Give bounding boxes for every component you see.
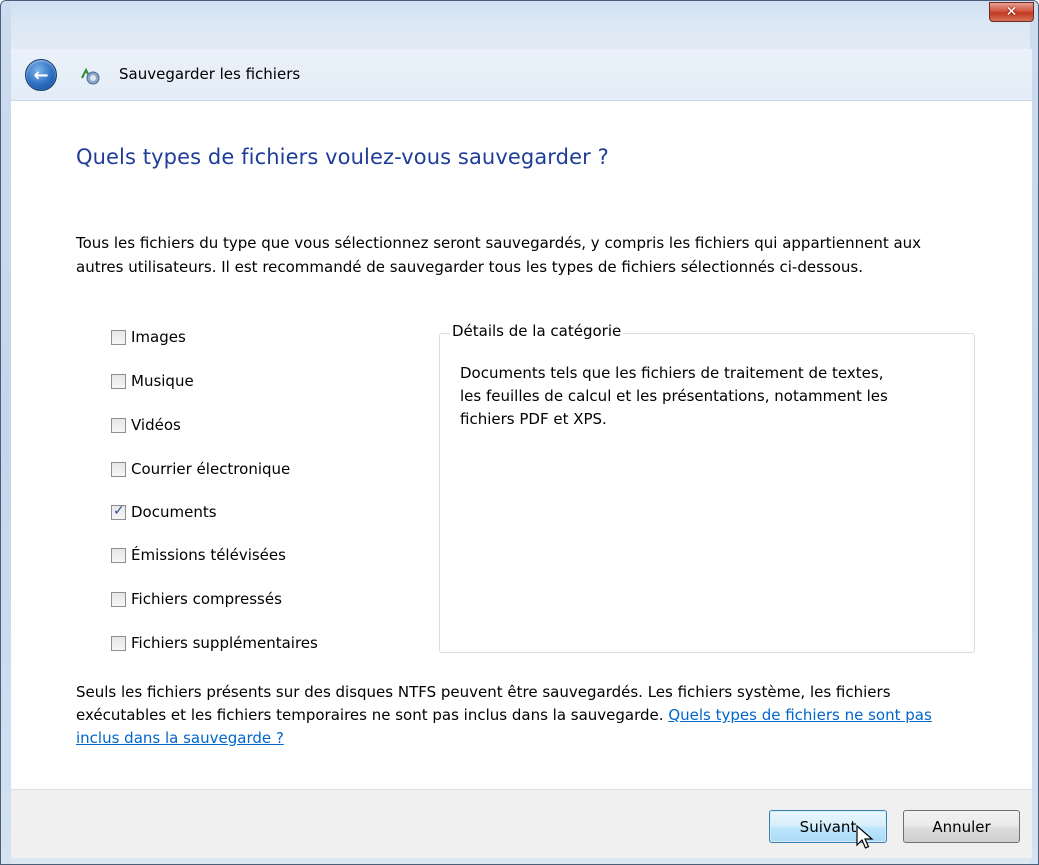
backup-icon — [81, 67, 100, 85]
category-checkbox-label: Vidéos — [131, 416, 181, 434]
category-checkbox[interactable] — [111, 635, 126, 651]
wizard-header: ← Sauvegarder les fichiers — [11, 49, 1032, 101]
window-title: Sauvegarder les fichiers — [119, 65, 301, 83]
back-button[interactable]: ← — [25, 59, 57, 91]
category-checkbox-label: Musique — [131, 372, 194, 390]
category-checkbox-label: Fichiers supplémentaires — [131, 634, 318, 652]
category-checkbox-row[interactable]: Documents — [111, 501, 217, 523]
category-checkbox-row[interactable]: Musique — [111, 370, 194, 392]
mouse-pointer-icon — [856, 825, 874, 849]
category-checkbox-row[interactable]: Courrier électronique — [111, 458, 290, 480]
window-frame-left — [1, 1, 11, 864]
ntfs-note: Seuls les fichiers présents sur des disq… — [76, 681, 976, 750]
category-checkbox-row[interactable]: Images — [111, 326, 186, 348]
category-checkbox-label: Courrier électronique — [131, 460, 291, 478]
dialog-window: ✕ ← Sauvegarder les fichiers Quels types… — [0, 0, 1039, 865]
content-area: Quels types de fichiers voulez-vous sauv… — [11, 101, 1032, 789]
category-checkbox-label: Images — [131, 328, 186, 346]
category-checkbox[interactable] — [111, 503, 126, 520]
category-checkbox[interactable] — [111, 373, 126, 389]
category-checkbox[interactable] — [111, 329, 126, 345]
category-checkbox-label: Fichiers compressés — [131, 590, 282, 608]
category-details-legend: Détails de la catégorie — [450, 322, 624, 340]
button-bar: Suivant Annuler — [11, 789, 1032, 858]
back-arrow-icon: ← — [33, 64, 49, 86]
close-icon: ✕ — [1005, 4, 1018, 20]
category-details-group: Détails de la catégorie Documents tels q… — [439, 322, 975, 653]
page-title: Quels types de fichiers voulez-vous sauv… — [76, 145, 609, 169]
close-button[interactable]: ✕ — [989, 2, 1034, 22]
category-checkbox-label: Émissions télévisées — [131, 546, 286, 564]
category-checkbox[interactable] — [111, 591, 126, 607]
category-checkbox[interactable] — [111, 417, 126, 433]
category-checkbox[interactable] — [111, 461, 126, 477]
category-checkbox-row[interactable]: Fichiers supplémentaires — [111, 632, 318, 654]
cancel-button[interactable]: Annuler — [903, 810, 1020, 843]
category-checkbox-row[interactable]: Émissions télévisées — [111, 544, 286, 566]
category-checkbox[interactable] — [111, 547, 126, 563]
category-checkbox-row[interactable]: Vidéos — [111, 414, 181, 436]
category-checkbox-label: Documents — [131, 503, 217, 521]
intro-text: Tous les fichiers du type que vous sélec… — [76, 234, 922, 276]
category-checkbox-row[interactable]: Fichiers compressés — [111, 588, 282, 610]
category-details-text: Documents tels que les fichiers de trait… — [460, 364, 888, 428]
